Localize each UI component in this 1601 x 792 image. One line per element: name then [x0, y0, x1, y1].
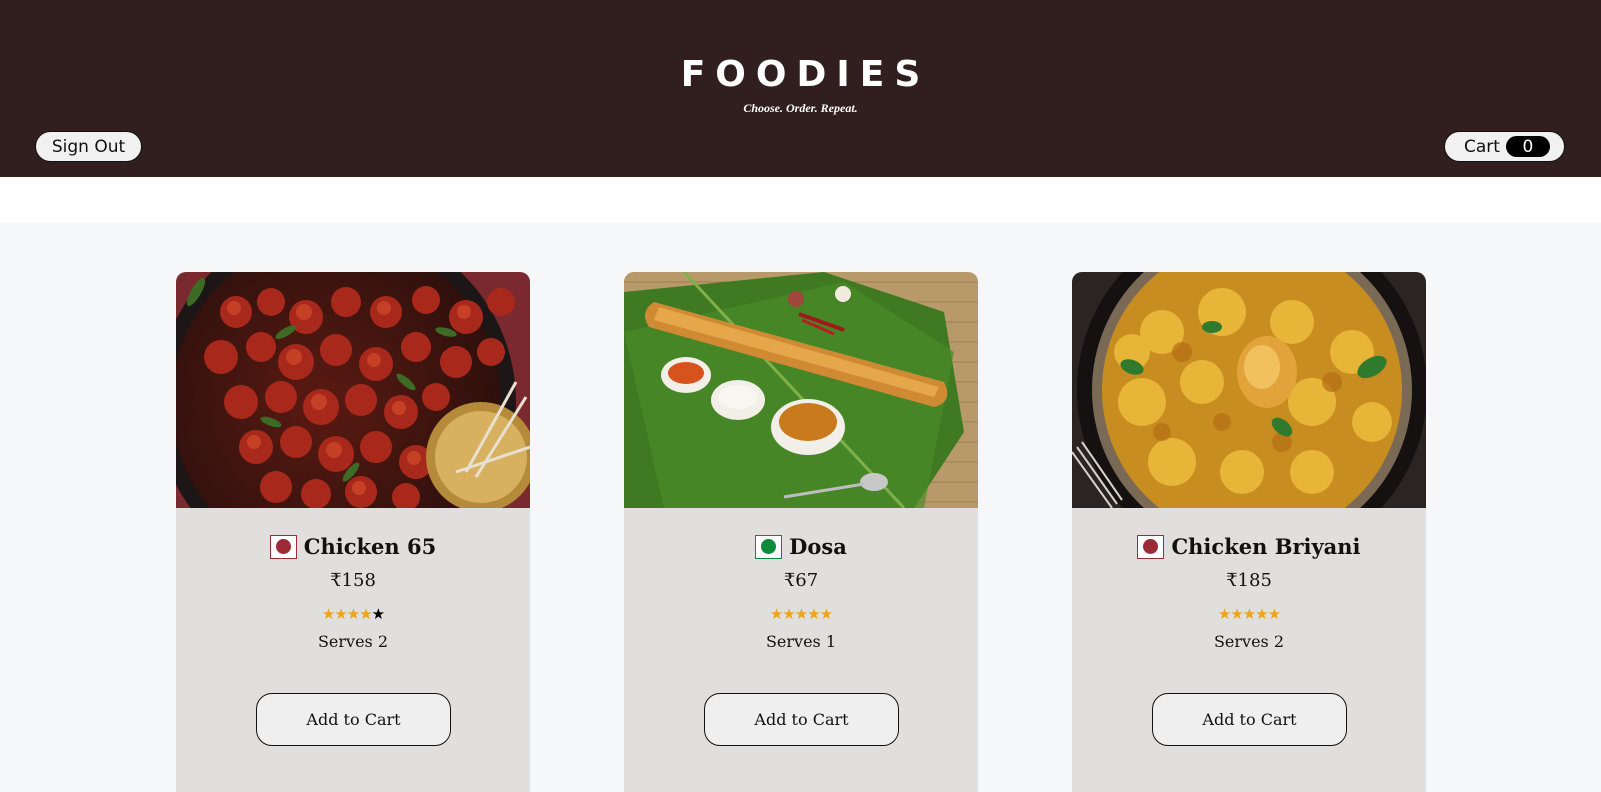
food-name: Dosa	[624, 534, 978, 559]
star-icon: ★★★★★	[769, 605, 833, 623]
brand-logo: FOODIES	[680, 54, 931, 95]
site-header: FOODIES Choose. Order. Repeat. Sign Out …	[0, 0, 1601, 177]
star-icon: ★★★★	[321, 605, 373, 623]
food-name: Chicken 65	[176, 534, 530, 559]
food-name-text: Dosa	[789, 534, 847, 559]
food-card: Chicken 65 ₹158 ★★★★★ Serves 2 Add to Ca…	[176, 272, 530, 792]
star-empty-icon: ★	[371, 605, 385, 623]
non-veg-icon	[1137, 534, 1165, 559]
rating-stars: ★★★★★	[624, 606, 978, 622]
veg-icon	[755, 534, 783, 559]
chicken-briyani-photo	[1072, 272, 1426, 508]
food-price: ₹67	[783, 570, 819, 591]
star-icon: ★★★★★	[1217, 605, 1281, 623]
food-card: Chicken Briyani ₹185 ★★★★★ Serves 2 Add …	[1072, 272, 1426, 792]
food-image	[1072, 272, 1426, 508]
food-name-text: Chicken 65	[303, 534, 437, 559]
brand-tagline: Choose. Order. Repeat.	[743, 101, 858, 115]
rating-stars: ★★★★★	[176, 606, 530, 622]
add-to-cart-button[interactable]: Add to Cart	[704, 693, 899, 746]
food-card: Dosa ₹67 ★★★★★ Serves 1 Add to Cart	[624, 272, 978, 792]
food-price: ₹185	[1226, 570, 1272, 591]
add-to-cart-button[interactable]: Add to Cart	[256, 693, 451, 746]
chicken-65-photo	[176, 272, 530, 508]
dosa-photo	[624, 272, 978, 508]
food-price: ₹158	[330, 570, 376, 591]
serves-info: Serves 2	[317, 632, 389, 651]
cart-count-badge: 0	[1505, 136, 1550, 157]
add-to-cart-button[interactable]: Add to Cart	[1152, 693, 1347, 746]
food-image	[176, 272, 530, 508]
cart-label: Cart	[1464, 136, 1500, 157]
sign-out-button[interactable]: Sign Out	[35, 131, 142, 162]
serves-info: Serves 1	[765, 632, 837, 651]
food-name: Chicken Briyani	[1072, 534, 1426, 559]
serves-info: Serves 2	[1213, 632, 1285, 651]
cart-button[interactable]: Cart 0	[1444, 131, 1565, 162]
food-image	[624, 272, 978, 508]
food-name-text: Chicken Briyani	[1171, 534, 1361, 559]
rating-stars: ★★★★★	[1072, 606, 1426, 622]
non-veg-icon	[269, 534, 297, 559]
spacer-band	[0, 177, 1601, 223]
